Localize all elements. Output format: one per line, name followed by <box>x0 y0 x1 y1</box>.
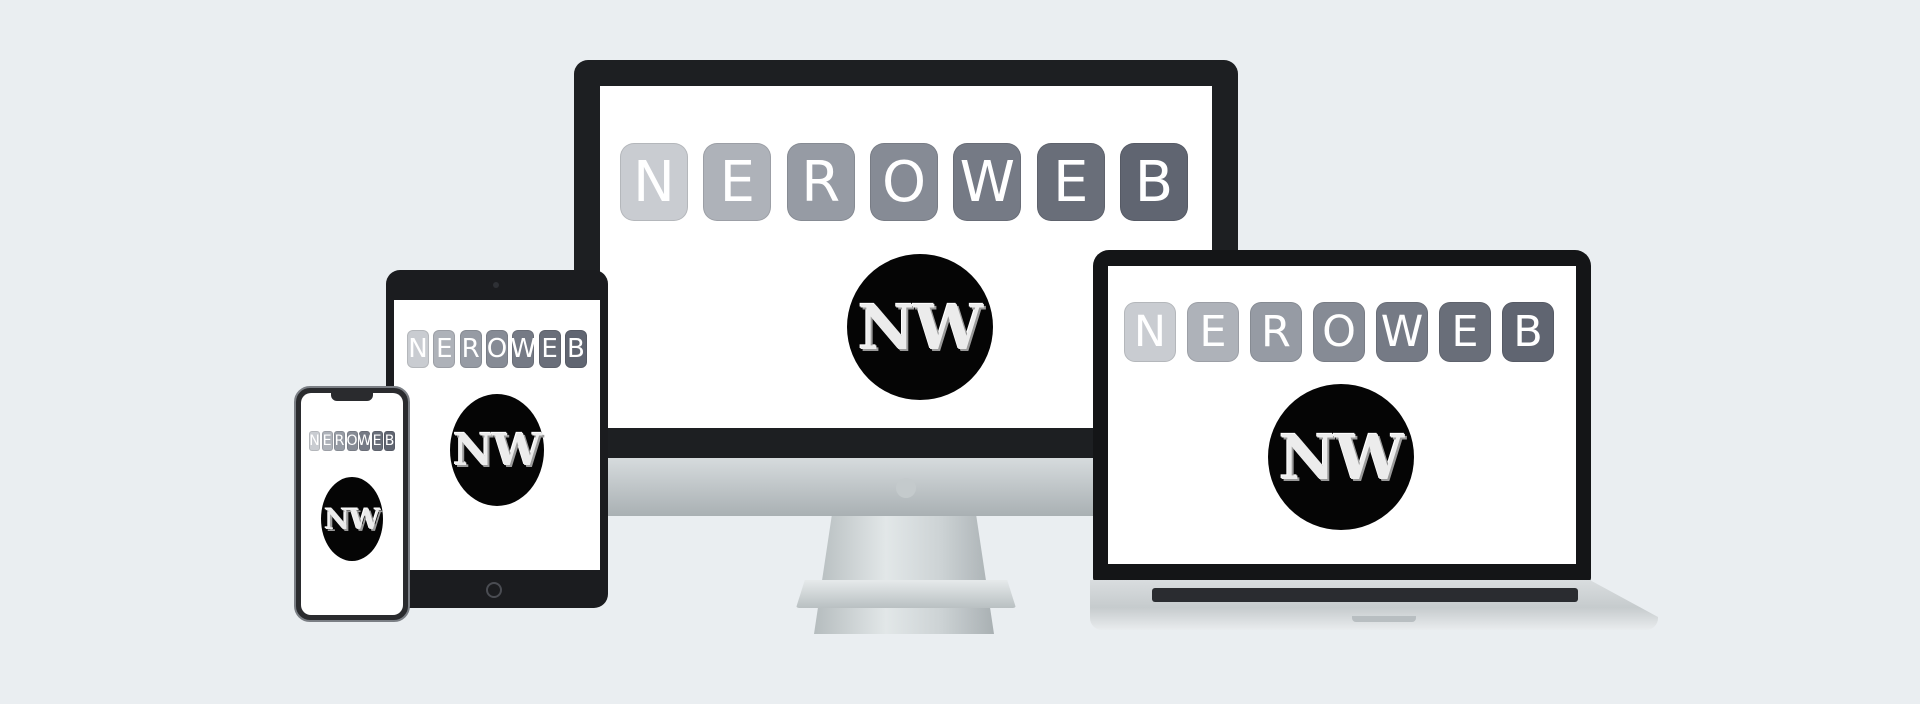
wordmark-tile: B <box>384 431 395 451</box>
wordmark-tile: E <box>321 431 333 451</box>
nw-monogram: NW <box>453 424 542 476</box>
wordmark: N E R O W E B <box>1124 302 1554 362</box>
wordmark: N E R O W E B <box>407 330 587 368</box>
nw-monogram: NW <box>1278 420 1404 494</box>
tablet-screen: N E R O W E B NW <box>394 300 600 570</box>
phone-screen: N E R O W E B NW <box>301 393 403 615</box>
wordmark: N E R O W E B <box>309 431 395 451</box>
nw-logo-badge: NW <box>847 254 993 400</box>
wordmark-tile: O <box>346 431 358 451</box>
wordmark-tile: E <box>703 143 772 221</box>
wordmark-tile: E <box>538 330 561 368</box>
wordmark-tile: E <box>1439 302 1491 362</box>
nw-monogram: NW <box>324 502 380 536</box>
wordmark-tile: O <box>485 330 508 368</box>
wordmark-tile: E <box>1036 143 1105 221</box>
nw-logo-badge: NW <box>321 477 383 561</box>
wordmark-tile: B <box>1119 143 1188 221</box>
tablet: N E R O W E B NW <box>386 270 608 608</box>
laptop: N E R O W E B NW <box>1090 248 1658 632</box>
wordmark: N E R O W E B <box>620 143 1188 221</box>
wordmark-tile: R <box>786 143 855 221</box>
apple-logo-icon <box>896 478 916 498</box>
wordmark-tile: N <box>309 431 320 451</box>
nw-logo-badge: NW <box>450 394 544 506</box>
nw-monogram: NW <box>857 290 983 364</box>
wordmark-tile: N <box>1124 302 1176 362</box>
wordmark-tile: B <box>564 330 587 368</box>
wordmark-tile: W <box>953 143 1022 221</box>
wordmark-tile: N <box>407 330 429 368</box>
monitor-stand-neck <box>814 514 994 634</box>
tablet-home-button <box>486 582 502 598</box>
laptop-trackpad-notch <box>1352 616 1416 622</box>
wordmark-tile: R <box>1250 302 1302 362</box>
wordmark-tile: W <box>357 431 372 451</box>
wordmark-tile: R <box>334 431 345 451</box>
wordmark-tile: N <box>620 143 688 221</box>
monitor-stand-base <box>796 580 1016 608</box>
wordmark-tile: W <box>1376 302 1428 362</box>
tablet-camera <box>493 282 499 288</box>
phone-notch <box>331 393 373 401</box>
wordmark-tile: O <box>869 143 938 221</box>
wordmark-tile: E <box>371 431 383 451</box>
laptop-screen: N E R O W E B NW <box>1108 266 1576 564</box>
device-mockup-scene: N E R O W E B NW N E R O W E B NW N E R … <box>0 0 1920 704</box>
nw-logo-badge: NW <box>1268 384 1414 530</box>
wordmark-tile: O <box>1313 302 1365 362</box>
phone: N E R O W E B NW <box>294 386 410 622</box>
wordmark-tile: E <box>1187 302 1239 362</box>
wordmark-tile: R <box>459 330 482 368</box>
wordmark-tile: B <box>1502 302 1554 362</box>
laptop-keyboard <box>1152 588 1578 602</box>
wordmark-tile: W <box>510 330 536 368</box>
wordmark-tile: E <box>433 330 456 368</box>
